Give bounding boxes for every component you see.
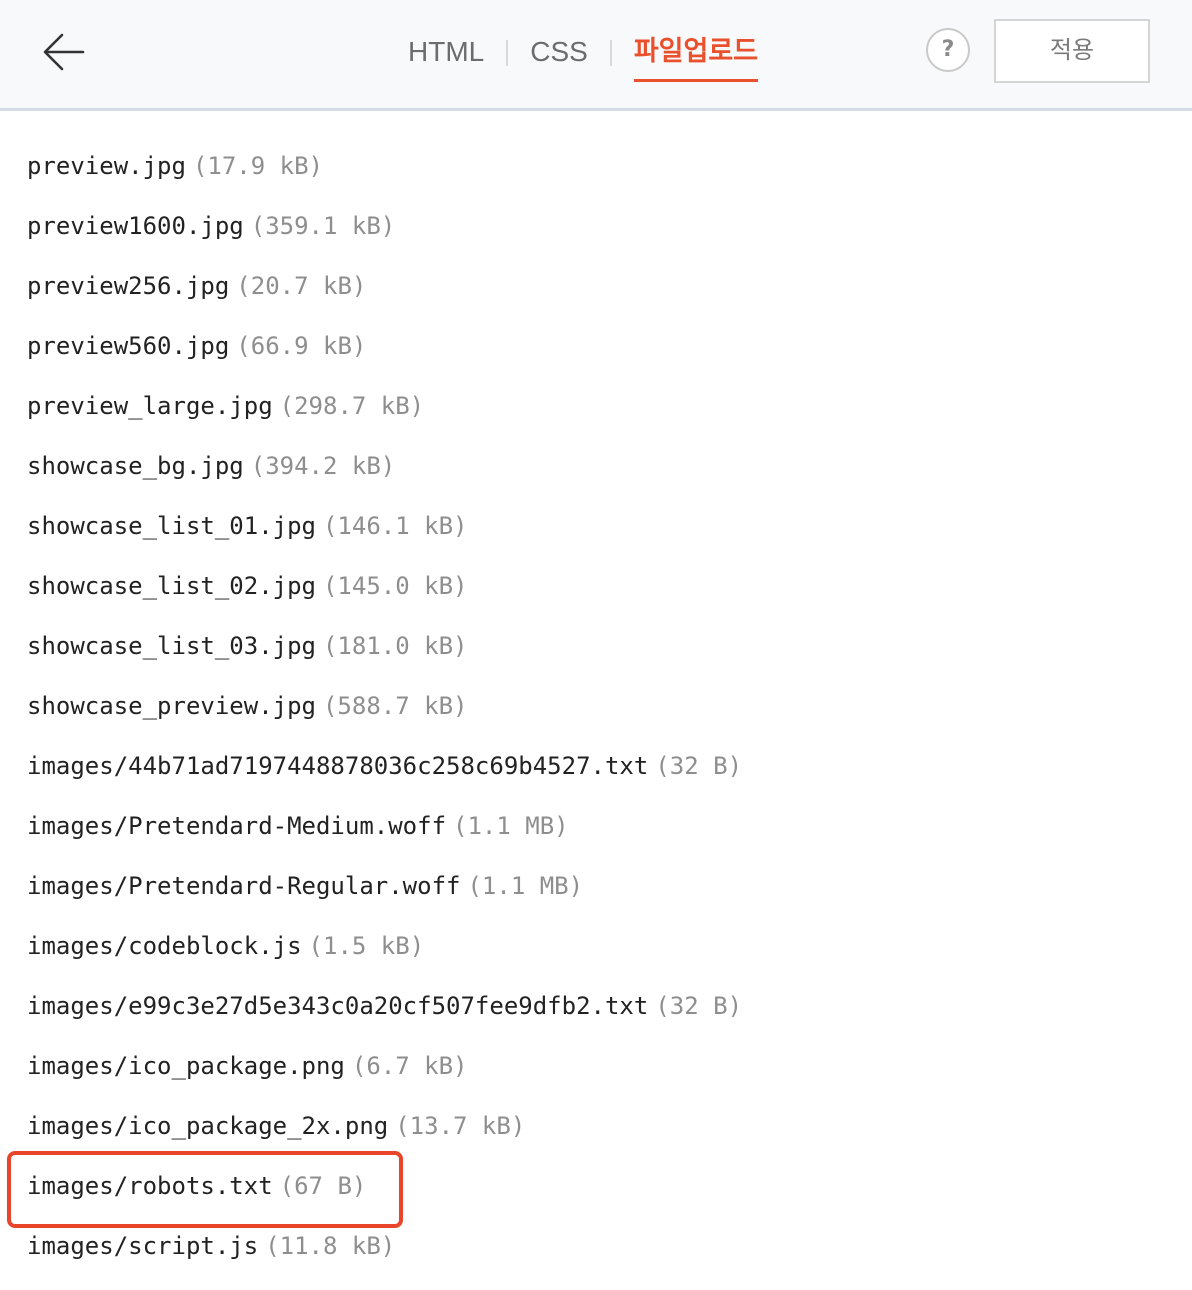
tab-html[interactable]: HTML <box>408 28 484 76</box>
file-list-item[interactable]: images/Pretendard-Medium.woff (1.1 MB) <box>0 796 1192 856</box>
file-name: showcase_list_01.jpg <box>27 512 316 540</box>
file-name: images/ico_package_2x.png <box>27 1112 389 1140</box>
file-name: showcase_list_02.jpg <box>27 572 316 600</box>
file-size: (145.0 kB) <box>322 572 468 600</box>
file-list-item[interactable]: images/robots.txt (67 B) <box>0 1156 1192 1216</box>
file-size: (11.8 kB) <box>265 1232 396 1260</box>
file-size: (17.9 kB) <box>192 152 323 180</box>
tab-divider <box>609 40 612 66</box>
file-list-item[interactable]: showcase_bg.jpg (394.2 kB) <box>0 436 1192 496</box>
tab-divider <box>506 40 509 66</box>
file-size: (588.7 kB) <box>322 692 468 720</box>
file-name: preview_large.jpg <box>27 392 273 420</box>
file-list: preview.jpg (17.9 kB) preview1600.jpg (359.… <box>0 136 1192 1276</box>
file-name: images/44b71ad7197448878036c258c69b4527.… <box>27 752 649 780</box>
editor-tabs: HTML CSS 파일업로드 <box>408 28 759 84</box>
tab-css[interactable]: CSS <box>530 28 588 76</box>
file-name: images/ico_package.png <box>27 1052 345 1080</box>
file-list-item[interactable]: showcase_list_01.jpg (146.1 kB) <box>0 496 1192 556</box>
file-name: images/script.js <box>27 1232 259 1260</box>
tab-file-upload[interactable]: 파일업로드 <box>633 28 759 82</box>
file-size: (1.1 MB) <box>453 812 569 840</box>
file-list-item[interactable]: showcase_preview.jpg (588.7 kB) <box>0 676 1192 736</box>
file-name: preview1600.jpg <box>27 212 244 240</box>
file-list-item[interactable]: images/ico_package_2x.png (13.7 kB) <box>0 1096 1192 1156</box>
apply-button[interactable]: 적용 <box>994 19 1150 83</box>
file-list-item[interactable]: showcase_list_02.jpg (145.0 kB) <box>0 556 1192 616</box>
file-list-item[interactable]: preview256.jpg (20.7 kB) <box>0 256 1192 316</box>
file-size: (359.1 kB) <box>250 212 396 240</box>
top-bar: HTML CSS 파일업로드 ? 적용 <box>0 0 1192 111</box>
file-list-item[interactable]: images/e99c3e27d5e343c0a20cf507fee9dfb2.… <box>0 976 1192 1036</box>
file-size: (32 B) <box>655 752 743 780</box>
file-name: images/e99c3e27d5e343c0a20cf507fee9dfb2.… <box>27 992 649 1020</box>
file-name: showcase_preview.jpg <box>27 692 316 720</box>
file-list-item[interactable]: preview_large.jpg (298.7 kB) <box>0 376 1192 436</box>
file-size: (13.7 kB) <box>395 1112 526 1140</box>
file-list-item[interactable]: images/44b71ad7197448878036c258c69b4527.… <box>0 736 1192 796</box>
file-list-item[interactable]: images/ico_package.png (6.7 kB) <box>0 1036 1192 1096</box>
file-size: (66.9 kB) <box>236 332 367 360</box>
file-name: preview560.jpg <box>27 332 230 360</box>
file-name: showcase_list_03.jpg <box>27 632 316 660</box>
file-list-item[interactable]: preview.jpg (17.9 kB) <box>0 136 1192 196</box>
file-size: (1.5 kB) <box>308 932 425 960</box>
file-list-item[interactable]: preview560.jpg (66.9 kB) <box>0 316 1192 376</box>
file-name: images/codeblock.js <box>27 932 302 960</box>
file-size: (32 B) <box>655 992 743 1020</box>
file-name: preview.jpg <box>27 152 186 180</box>
file-name: images/Pretendard-Regular.woff <box>27 872 461 900</box>
arrow-left-icon <box>43 33 85 71</box>
file-list-item[interactable]: images/Pretendard-Regular.woff (1.1 MB) <box>0 856 1192 916</box>
help-button[interactable]: ? <box>926 28 970 72</box>
file-size: (20.7 kB) <box>236 272 367 300</box>
file-size: (6.7 kB) <box>351 1052 468 1080</box>
file-name: showcase_bg.jpg <box>27 452 244 480</box>
back-button[interactable] <box>36 24 92 80</box>
file-list-item[interactable]: images/codeblock.js (1.5 kB) <box>0 916 1192 976</box>
file-size: (1.1 MB) <box>467 872 584 900</box>
file-name: images/Pretendard-Medium.woff <box>27 812 447 840</box>
file-name: images/robots.txt <box>27 1172 273 1200</box>
file-size: (394.2 kB) <box>250 452 396 480</box>
file-name: preview256.jpg <box>27 272 230 300</box>
file-size: (146.1 kB) <box>322 512 468 540</box>
file-size: (298.7 kB) <box>279 392 425 420</box>
file-size: (67 B) <box>279 1172 367 1200</box>
file-list-item[interactable]: showcase_list_03.jpg (181.0 kB) <box>0 616 1192 676</box>
file-size: (181.0 kB) <box>322 632 468 660</box>
file-list-item[interactable]: preview1600.jpg (359.1 kB) <box>0 196 1192 256</box>
question-mark-icon: ? <box>941 37 955 62</box>
file-list-item[interactable]: images/script.js (11.8 kB) <box>0 1216 1192 1276</box>
